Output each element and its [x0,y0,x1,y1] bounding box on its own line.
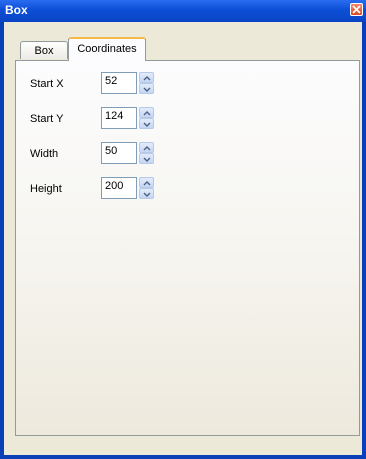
start-y-input[interactable]: 124 [101,107,137,129]
dialog-window: Box Box Coordinates Start X 52 Start Y 1… [0,0,366,459]
width-label: Width [30,148,59,160]
width-input[interactable]: 50 [101,142,137,164]
start-y-label: Start Y [30,113,64,125]
start-x-row: Start X 52 [16,72,216,98]
start-y-row: Start Y 124 [16,107,216,133]
dialog-body: Box Coordinates Start X 52 Start Y 124 W… [4,22,362,455]
width-increment-button[interactable] [139,142,154,153]
height-decrement-button[interactable] [139,188,154,199]
title-bar[interactable]: Box [0,0,366,22]
height-spinner [139,177,154,199]
chevron-up-icon [143,76,151,81]
start-x-label: Start X [30,78,64,90]
start-x-input[interactable]: 52 [101,72,137,94]
start-x-decrement-button[interactable] [139,83,154,94]
coordinates-panel: Start X 52 Start Y 124 Width 50 Height 2… [15,60,360,436]
chevron-down-icon [143,87,151,92]
chevron-up-icon [143,181,151,186]
start-x-increment-button[interactable] [139,72,154,83]
start-y-spinner [139,107,154,129]
height-increment-button[interactable] [139,177,154,188]
width-decrement-button[interactable] [139,153,154,164]
start-x-spinner [139,72,154,94]
chevron-down-icon [143,157,151,162]
chevron-up-icon [143,146,151,151]
close-button[interactable] [350,3,363,16]
height-row: Height 200 [16,177,216,203]
start-y-decrement-button[interactable] [139,118,154,129]
chevron-down-icon [143,192,151,197]
width-row: Width 50 [16,142,216,168]
height-input[interactable]: 200 [101,177,137,199]
start-y-increment-button[interactable] [139,107,154,118]
chevron-down-icon [143,122,151,127]
tab-coordinates[interactable]: Coordinates [68,37,146,61]
close-icon [352,5,361,14]
chevron-up-icon [143,111,151,116]
window-title: Box [5,3,28,17]
tab-strip: Box Coordinates [4,22,362,62]
height-label: Height [30,183,62,195]
width-spinner [139,142,154,164]
tab-box[interactable]: Box [20,41,68,59]
